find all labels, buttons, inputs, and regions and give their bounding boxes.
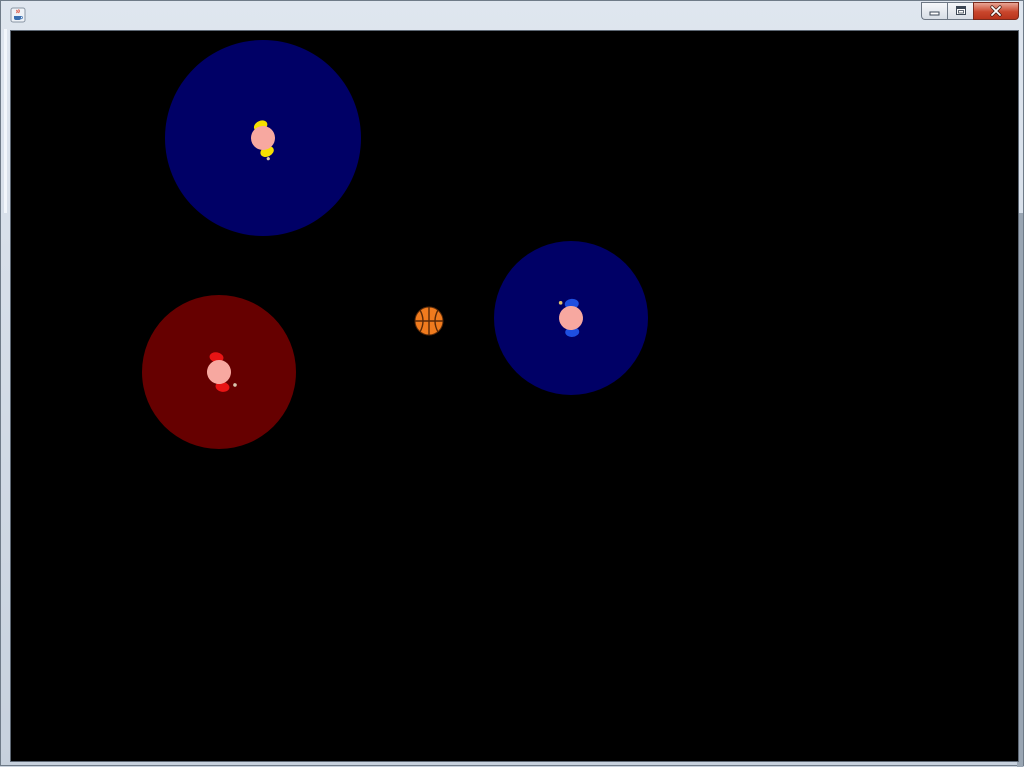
maximize-icon bbox=[955, 6, 966, 15]
window-left-edge bbox=[1, 1, 10, 767]
game-canvas[interactable] bbox=[10, 30, 1019, 762]
player-red[interactable] bbox=[142, 295, 296, 449]
title-bar[interactable] bbox=[1, 1, 1023, 29]
app-window bbox=[0, 0, 1024, 767]
player-blue[interactable] bbox=[494, 241, 648, 395]
court-svg[interactable] bbox=[11, 31, 1018, 761]
window-controls bbox=[921, 2, 1019, 22]
close-icon bbox=[990, 5, 1002, 17]
basketball-icon[interactable] bbox=[414, 306, 444, 336]
player-yellow[interactable] bbox=[165, 40, 361, 236]
maximize-button[interactable] bbox=[947, 2, 973, 20]
minimize-button[interactable] bbox=[921, 2, 947, 20]
java-cup-icon[interactable] bbox=[10, 7, 26, 23]
minimize-icon bbox=[929, 11, 939, 16]
close-button[interactable] bbox=[973, 2, 1019, 20]
